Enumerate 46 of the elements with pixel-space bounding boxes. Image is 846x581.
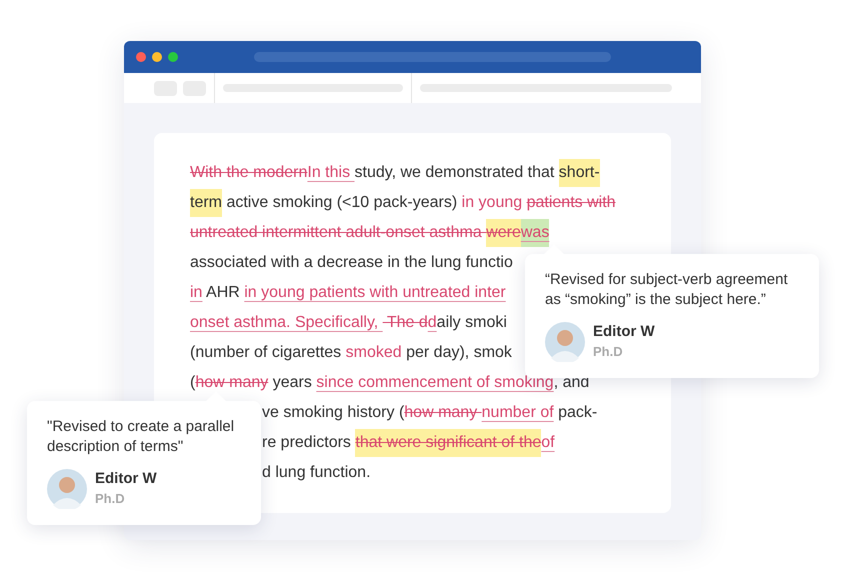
body-text: short-	[558, 159, 600, 187]
body-text: pack-	[557, 403, 598, 423]
body-text: study, we demonstrated that	[354, 163, 556, 183]
deleted-text: were	[486, 219, 521, 247]
deleted-text: how many	[404, 403, 478, 423]
inserted-text: of	[541, 433, 555, 453]
body-text: years	[272, 373, 313, 393]
body-text: re predictors	[262, 433, 352, 453]
inserted-text: d	[428, 313, 437, 333]
minimize-icon[interactable]	[152, 52, 162, 62]
inserted-text: In this	[307, 163, 352, 183]
body-text: active smoking (<10 pack-years)	[225, 193, 458, 213]
inserted-text: was	[520, 219, 550, 247]
inserted-text: in young patients with untreated inter	[244, 283, 506, 303]
inserted-text: onset asthma. Specifically,	[190, 313, 380, 333]
close-icon[interactable]	[136, 52, 146, 62]
deleted-text: that were significant of the	[355, 429, 542, 457]
revised-text: in young	[462, 193, 524, 213]
inserted-text: number of	[482, 403, 554, 423]
author-name: Editor W	[593, 322, 655, 342]
body-text: associated with a decrease in the lung functio	[190, 253, 513, 273]
avatar-icon	[47, 469, 87, 509]
deleted-text: how many	[195, 373, 268, 393]
author-name: Editor W	[95, 469, 157, 489]
body-text: aily smoki	[436, 313, 507, 333]
body-text: ve smoking history (	[262, 403, 404, 423]
author-degree: Ph.D	[95, 490, 126, 508]
deleted-text: With the modern	[190, 163, 308, 183]
body-text: d lung function.	[262, 463, 371, 483]
deleted-text: The d	[386, 313, 428, 333]
body-text: AHR	[205, 283, 241, 303]
body-text: , and	[554, 373, 590, 393]
comment-text: "Revised to create a parallel description of terms"	[47, 417, 236, 457]
body-text: (	[190, 373, 196, 393]
author-degree: Ph.D	[593, 343, 624, 361]
body-text: (number of cigarettes	[190, 343, 342, 363]
maximize-icon[interactable]	[168, 52, 178, 62]
inserted-text: in	[190, 283, 202, 303]
deleted-text: untreated intermittent adult-onset asthma	[190, 223, 483, 243]
body-text: per day), smok	[405, 343, 512, 363]
inserted-text: since commencement of smoking	[316, 373, 554, 393]
deleted-text: patients with	[526, 193, 616, 213]
avatar-icon	[545, 322, 585, 362]
body-text: term	[190, 189, 222, 217]
revised-text: smoked	[346, 343, 402, 363]
comment-text: “Revised for subject-verb agreement as “smoking” is the subject here.”	[545, 270, 789, 310]
